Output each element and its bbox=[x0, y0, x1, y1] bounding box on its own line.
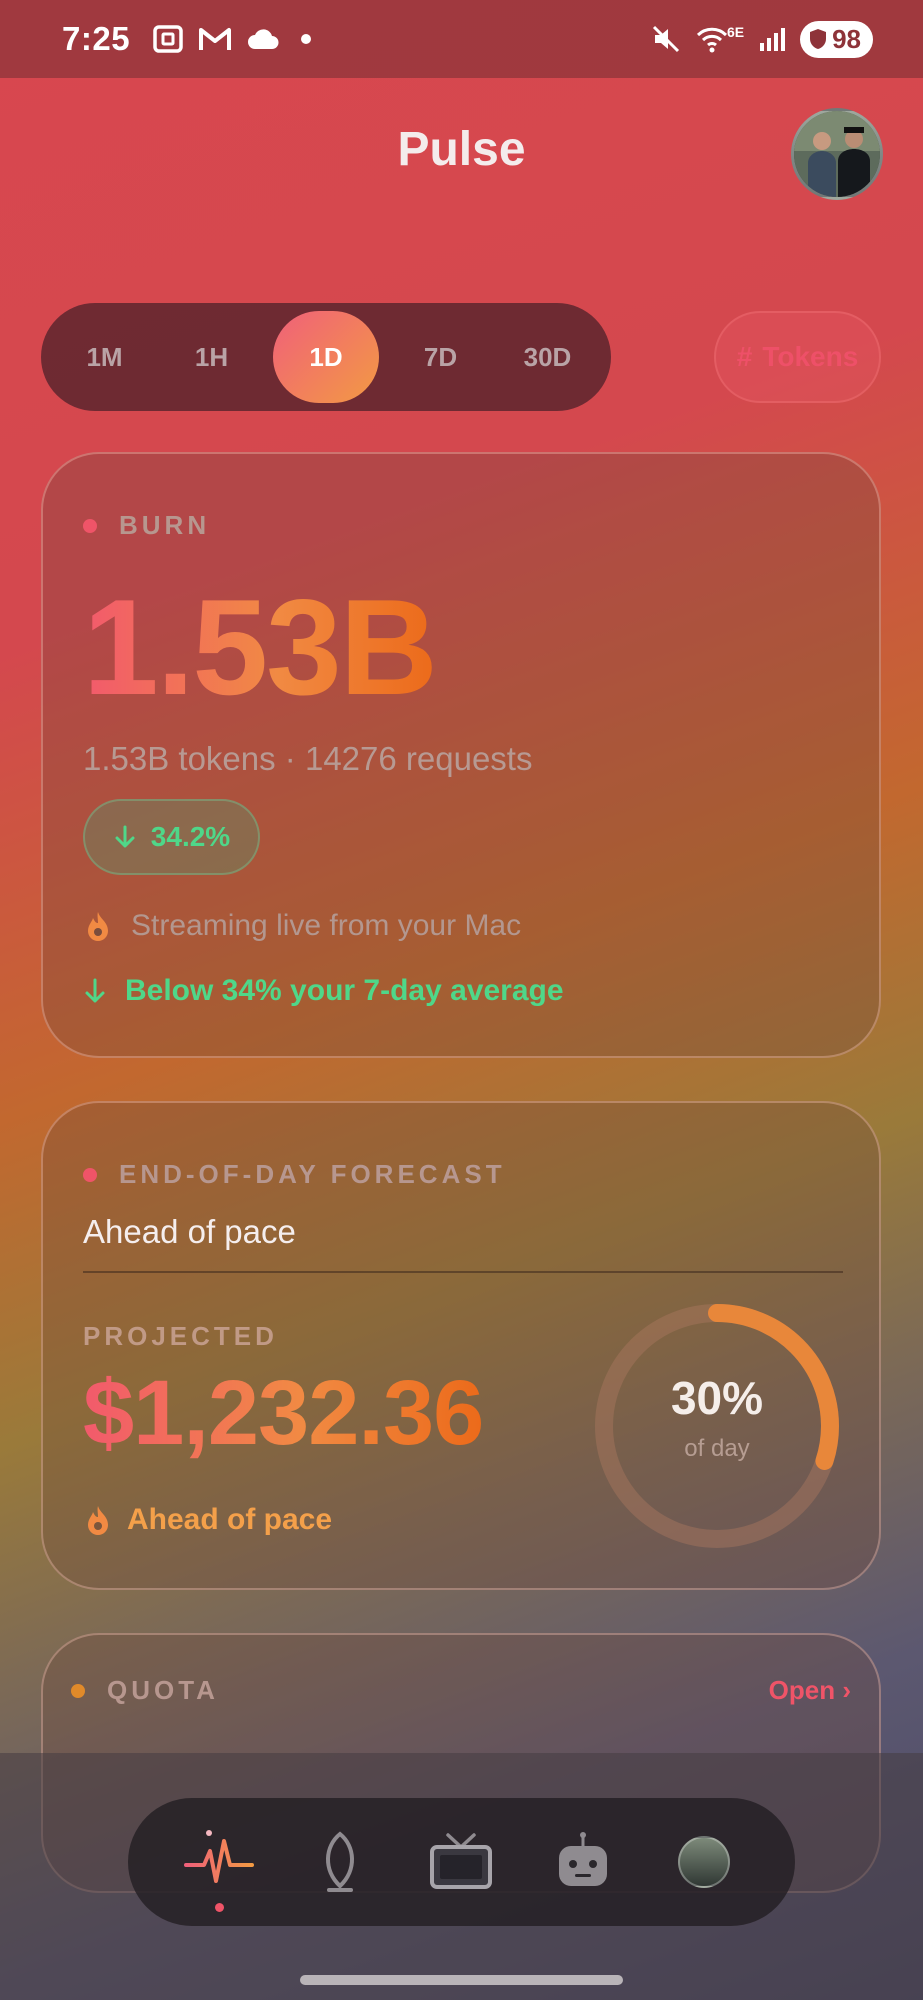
arrow-down-icon bbox=[115, 825, 135, 848]
status-time: 7:25 bbox=[62, 20, 131, 57]
status-notification-icons bbox=[152, 24, 318, 54]
hash-icon: # bbox=[736, 341, 753, 372]
signal-icon bbox=[760, 28, 786, 51]
metric-toggle-button[interactable]: # Tokens bbox=[714, 311, 881, 403]
battery-indicator: 98 bbox=[800, 20, 873, 58]
nav-item-profile[interactable] bbox=[664, 1822, 744, 1902]
robot-icon bbox=[558, 1832, 607, 1886]
forecast-card-label: END-OF-DAY FORECAST bbox=[119, 1159, 506, 1189]
status-dot-icon bbox=[83, 518, 97, 533]
projected-label: PROJECTED bbox=[83, 1321, 278, 1351]
flame-icon bbox=[88, 1506, 108, 1535]
gmail-icon bbox=[199, 28, 232, 50]
cloud-icon bbox=[248, 29, 279, 49]
notification-dot-icon bbox=[301, 34, 312, 44]
range-option-1h[interactable]: 1H bbox=[158, 311, 265, 403]
streaming-row: Streaming live from your Mac bbox=[83, 909, 521, 943]
status-dot-icon bbox=[83, 1167, 97, 1182]
range-option-30d[interactable]: 30D bbox=[494, 311, 601, 403]
leaf-icon bbox=[326, 1831, 355, 1892]
wifi-icon bbox=[696, 27, 728, 53]
avatar-photo-icon bbox=[794, 111, 880, 197]
quota-label-row: QUOTA bbox=[71, 1675, 219, 1706]
nav-item-pulse[interactable] bbox=[179, 1822, 259, 1912]
range-option-1d[interactable]: 1D bbox=[273, 311, 379, 403]
streaming-text: Streaming live from your Mac bbox=[131, 909, 522, 942]
profile-avatar[interactable] bbox=[791, 108, 883, 200]
page-title: Pulse bbox=[397, 123, 526, 176]
forecast-label-row: END-OF-DAY FORECAST bbox=[83, 1159, 506, 1190]
metric-toggle-label: Tokens bbox=[762, 341, 859, 372]
status-dot-icon bbox=[71, 1683, 85, 1698]
home-indicator[interactable] bbox=[300, 1975, 623, 1985]
status-bar: 7:25 6E 98 bbox=[0, 0, 923, 78]
nav-item-tv[interactable] bbox=[421, 1822, 501, 1902]
quota-open-link[interactable]: Open › bbox=[769, 1675, 851, 1706]
tv-icon bbox=[430, 1833, 493, 1889]
progress-ring-chart bbox=[595, 1304, 839, 1548]
nav-item-leaf[interactable] bbox=[300, 1822, 380, 1902]
quota-card-label: QUOTA bbox=[107, 1675, 219, 1705]
day-progress-percent: 30% bbox=[670, 1372, 764, 1424]
active-indicator-dot bbox=[214, 1903, 224, 1912]
change-value: 34.2% bbox=[150, 821, 231, 852]
pulse-icon bbox=[183, 1830, 254, 1883]
day-progress-ring: 30% of day bbox=[592, 1301, 842, 1551]
network-type-label: 6E bbox=[726, 24, 745, 40]
burn-value: 1.53B bbox=[83, 571, 438, 723]
pace-row: Ahead of pace bbox=[83, 1503, 332, 1537]
screenshot-icon bbox=[153, 25, 183, 53]
nav-item-agent[interactable] bbox=[543, 1822, 623, 1902]
forecast-status: Ahead of pace bbox=[83, 1213, 296, 1250]
burn-card-label-row: BURN bbox=[83, 510, 210, 541]
forecast-card[interactable]: END-OF-DAY FORECAST Ahead of pace PROJEC… bbox=[41, 1101, 881, 1590]
burn-card[interactable]: BURN 1.53B 1.53B tokens · 14276 requests… bbox=[41, 452, 881, 1058]
burn-subtitle: 1.53B tokens · 14276 requests bbox=[83, 740, 533, 777]
divider bbox=[83, 1271, 843, 1273]
nav-avatar-icon bbox=[678, 1836, 731, 1888]
range-option-1m[interactable]: 1M bbox=[51, 311, 158, 403]
pace-text: Ahead of pace bbox=[127, 1503, 333, 1536]
shield-icon bbox=[810, 29, 827, 49]
bottom-nav bbox=[128, 1798, 795, 1926]
arrow-down-icon bbox=[85, 978, 105, 1003]
change-badge: 34.2% bbox=[83, 799, 260, 875]
mute-icon bbox=[652, 25, 680, 53]
comparison-row: Below 34% your 7-day average bbox=[83, 974, 564, 1008]
battery-level: 98 bbox=[832, 23, 861, 54]
range-option-7d[interactable]: 7D bbox=[387, 311, 494, 403]
burn-card-label: BURN bbox=[119, 510, 211, 540]
flame-icon bbox=[88, 912, 108, 941]
day-progress-label: of day bbox=[684, 1435, 750, 1462]
projected-amount: $1,232.36 bbox=[83, 1362, 484, 1464]
time-range-selector: 1M 1H 1D 7D 30D bbox=[41, 303, 611, 411]
comparison-text: Below 34% your 7-day average bbox=[125, 974, 564, 1007]
